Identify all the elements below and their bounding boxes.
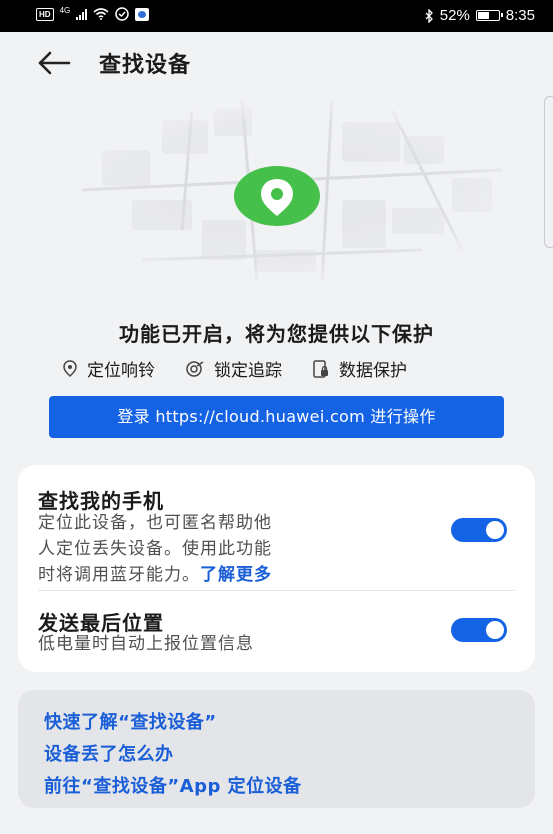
edge-handle <box>544 96 553 248</box>
login-cloud-button[interactable]: 登录 https://cloud.huawei.com 进行操作 <box>49 396 504 438</box>
page-title: 查找设备 <box>99 53 192 78</box>
back-arrow-icon[interactable] <box>36 46 72 80</box>
network-type: 4G <box>59 5 71 15</box>
find-phone-toggle[interactable] <box>451 518 507 542</box>
description-line: 人定位丢失设备。使用此功能 <box>38 539 272 559</box>
status-bar: HD 4G 52% 8:35 <box>0 0 553 32</box>
hd-indicator: HD <box>36 7 54 21</box>
location-pin-icon <box>63 359 77 377</box>
app-header: 查找设备 <box>0 32 553 94</box>
notification-icon <box>115 7 129 21</box>
last-location-description: 低电量时自动上报位置信息 <box>38 634 254 654</box>
clock: 8:35 <box>505 7 535 24</box>
signal-icon <box>76 8 88 20</box>
feature-label: 锁定追踪 <box>214 361 282 381</box>
help-link-lost-device[interactable]: 设备丢了怎么办 <box>44 740 174 766</box>
divider <box>38 590 515 591</box>
protection-enabled-title: 功能已开启，将为您提供以下保护 <box>119 322 434 346</box>
battery-icon <box>475 10 503 21</box>
wifi-icon <box>93 8 109 20</box>
description-line: 时将调用蓝牙能力。 <box>38 565 200 585</box>
feature-data-protect: 数据保护 <box>312 356 407 381</box>
help-section: 快速了解“查找设备” 设备丢了怎么办 前往“查找设备”App 定位设备 <box>18 690 535 808</box>
feature-locate-ring: 定位响铃 <box>62 356 155 381</box>
battery-percent: 52% <box>439 7 470 24</box>
description-line: 定位此设备，也可匿名帮助他 <box>38 513 272 533</box>
data-protect-icon <box>313 359 328 378</box>
lock-track-icon <box>186 360 204 377</box>
last-location-toggle[interactable] <box>451 618 507 642</box>
app-notification-icon <box>135 7 150 21</box>
feature-lock-track: 锁定追踪 <box>185 356 282 381</box>
feature-label: 数据保护 <box>339 361 407 381</box>
bluetooth-icon <box>425 8 433 23</box>
help-link-open-app[interactable]: 前往“查找设备”App 定位设备 <box>44 772 302 798</box>
help-link-quick-intro[interactable]: 快速了解“查找设备” <box>44 708 217 734</box>
feature-label: 定位响铃 <box>87 361 155 381</box>
find-phone-description: 定位此设备，也可匿名帮助他 人定位丢失设备。使用此功能 时将调用蓝牙能力。了解更… <box>38 510 368 588</box>
learn-more-link[interactable]: 了解更多 <box>200 565 272 585</box>
location-pin-icon <box>234 166 320 226</box>
settings-card: 查找我的手机 定位此设备，也可匿名帮助他 人定位丢失设备。使用此功能 时将调用蓝… <box>18 465 535 672</box>
feature-list: 定位响铃 锁定追踪 数据保护 <box>62 356 407 381</box>
